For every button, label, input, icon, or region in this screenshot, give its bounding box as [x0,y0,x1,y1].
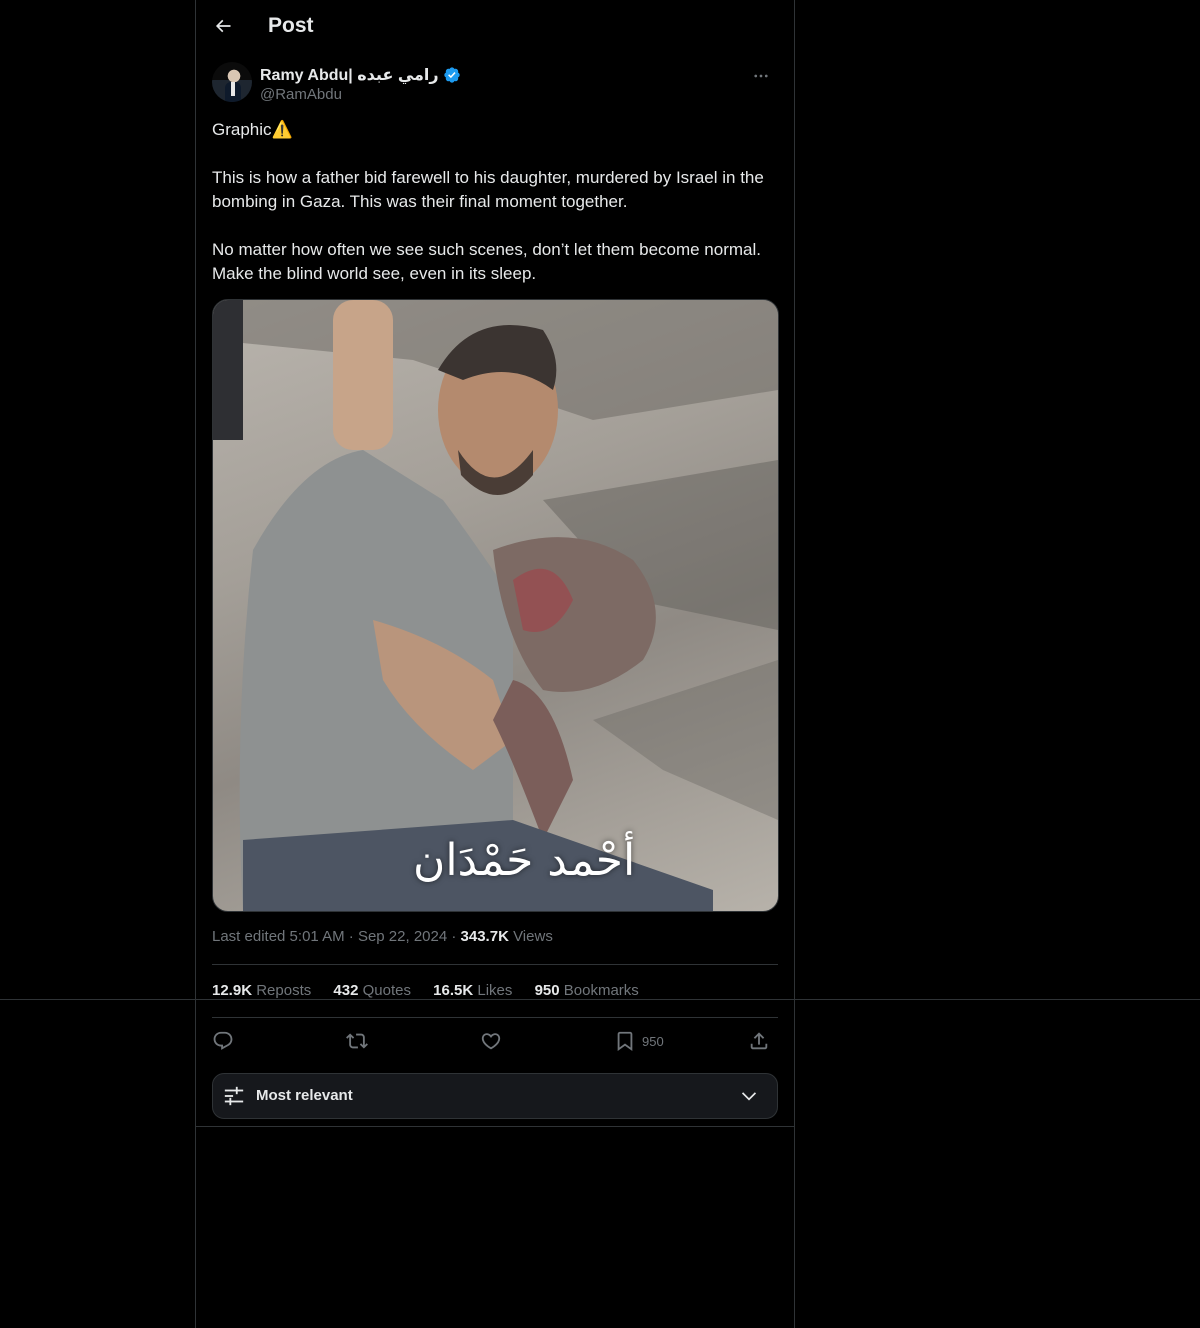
verified-badge-icon [443,67,460,83]
bookmarks-count: 950 [534,982,560,999]
tweet-paragraph: No matter how often we see such scenes, … [212,240,761,283]
tweet-meta: Last edited 5:01 AM · Sep 22, 2024 · 343… [212,928,553,945]
bookmarks-label: Bookmarks [563,982,639,999]
bookmark-button[interactable]: 950 [614,1026,664,1056]
engagement-stats: 12.9K Reposts 432 Quotes 16.5K Likes 950… [212,982,657,999]
edited-time-link[interactable]: Last edited 5:01 AM [212,928,345,945]
reply-icon [213,1031,233,1050]
tweet-paragraph: This is how a father bid farewell to his… [212,168,764,211]
share-icon [750,1032,768,1050]
reply-sort-dropdown[interactable]: Most relevant [212,1073,778,1119]
author-row: Ramy Abdu| رامي عبده @RamAbdu [212,62,778,110]
reply-button[interactable] [212,1026,234,1056]
likes-count: 16.5K [433,982,474,999]
sliders-icon [224,1086,244,1106]
post-date[interactable]: Sep 22, 2024 [358,928,447,945]
author-display-name-wrap[interactable]: Ramy Abdu| رامي عبده [260,65,461,85]
author-handle[interactable]: @RamAbdu [260,86,342,103]
tweet-paragraph: Graphic⚠️ [212,120,293,139]
quotes-stat[interactable]: 432 Quotes [333,982,411,999]
heart-icon [481,1033,501,1050]
like-button[interactable] [480,1026,502,1056]
reposts-label: Reposts [256,982,312,999]
share-button[interactable] [748,1026,770,1056]
back-button[interactable] [206,9,240,43]
likes-stat[interactable]: 16.5K Likes [433,982,512,999]
reposts-count: 12.9K [212,982,253,999]
tweet-media-video[interactable]: أحْمد حَمْدَان [212,299,779,912]
quotes-count: 432 [333,982,359,999]
bookmark-count: 950 [642,1033,664,1049]
author-display-name: Ramy Abdu| رامي عبده [260,67,439,84]
reposts-stat[interactable]: 12.9K Reposts [212,982,311,999]
sort-label: Most relevant [256,1087,353,1104]
more-options-button[interactable] [744,62,778,90]
views-label: Views [513,928,553,945]
media-frame-illustration [213,300,778,911]
main-column: Post Ramy Abdu| رامي عبده @RamAbdu Graph… [195,0,795,1328]
arrow-left-icon [215,19,231,33]
bookmarks-stat[interactable]: 950 Bookmarks [535,982,639,999]
avatar[interactable] [212,62,252,102]
bookmark-icon [617,1031,633,1052]
chevron-down-icon [741,1092,757,1101]
page-title: Post [268,14,314,37]
quotes-label: Quotes [362,982,411,999]
meta-separator: · [348,928,354,945]
divider [212,1017,778,1018]
media-overlay-caption: أحْمد حَمْدَان [413,835,636,886]
likes-label: Likes [477,982,513,999]
tweet-text: Graphic⚠️ This is how a father bid farew… [212,118,772,286]
repost-icon [346,1033,368,1049]
repost-button[interactable] [346,1026,368,1056]
divider [212,964,778,965]
views-count: 343.7K [460,928,509,945]
header-bar: Post [196,0,794,53]
more-horizontal-icon [754,74,768,78]
divider [196,1126,794,1127]
avatar-shirt [231,82,235,96]
action-bar: 950 [212,1026,778,1056]
meta-separator: · [451,928,457,945]
